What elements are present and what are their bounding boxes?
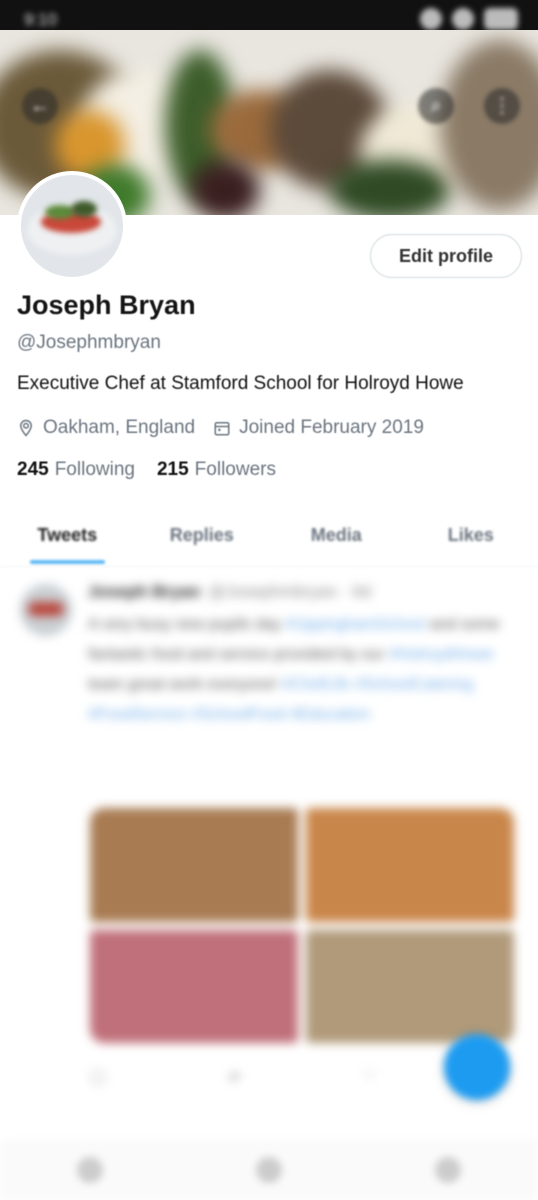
profile-joined: Joined February 2019	[239, 417, 424, 438]
wifi-icon	[452, 8, 474, 30]
reply-icon[interactable]: ◯	[90, 1068, 106, 1085]
profile-location: Oakham, England	[43, 417, 196, 438]
hashtag-link[interactable]: #UppinghamSchool	[285, 616, 425, 633]
tab-tweets[interactable]: Tweets	[0, 510, 135, 566]
tweet-image[interactable]	[306, 929, 514, 1043]
followers-count: 215	[156, 459, 189, 480]
following-link[interactable]: 245 Following	[17, 459, 135, 481]
tweet-media-grid[interactable]	[90, 808, 514, 1043]
tweet-image[interactable]	[306, 808, 514, 922]
signal-icon	[420, 8, 442, 30]
battery-icon	[484, 8, 518, 30]
location-pin-icon	[19, 419, 33, 437]
compose-tweet-button[interactable]	[444, 1034, 510, 1100]
follow-counts: 245 Following 215 Followers	[17, 459, 276, 481]
following-count: 245	[17, 459, 49, 480]
tweet-text-part: A very busy new pupils day	[88, 616, 281, 633]
profile-handle: @Josephmbryan	[17, 332, 161, 353]
search-button[interactable]: ⌕	[418, 88, 454, 124]
tweet-image[interactable]	[90, 929, 298, 1043]
more-button[interactable]: ⋮	[484, 88, 520, 124]
bottom-nav	[0, 1140, 538, 1200]
profile-meta: Oakham, England Joined February 2019	[17, 417, 424, 439]
profile-avatar[interactable]	[17, 171, 127, 281]
followers-link[interactable]: 215 Followers	[157, 459, 276, 481]
tweet-feed: Joseph Bryan @Josephmbryan · 6d A very bu…	[0, 568, 538, 1200]
search-icon: ⌕	[430, 95, 442, 117]
calendar-icon	[214, 422, 230, 436]
like-icon[interactable]: ♡	[363, 1068, 376, 1085]
tweet-text: A very busy new pupils day #UppinghamSch…	[88, 610, 508, 730]
explore-icon[interactable]	[255, 1157, 282, 1183]
followers-label: Followers	[194, 459, 276, 480]
hashtag-link[interactable]: #HolroydHowe	[389, 646, 494, 663]
tweet-text-part: team great work everyone!	[88, 676, 278, 693]
notifications-icon[interactable]	[435, 1157, 462, 1183]
back-button[interactable]: ←	[22, 88, 58, 124]
profile-name: Joseph Bryan	[17, 290, 196, 320]
arrow-left-icon: ←	[30, 95, 50, 117]
edit-profile-button[interactable]: Edit profile	[370, 234, 522, 278]
more-vertical-icon: ⋮	[492, 95, 512, 117]
tab-media[interactable]: Media	[269, 510, 404, 566]
status-time: 9:10	[24, 10, 58, 29]
system-icons	[420, 8, 518, 30]
tweet-avatar[interactable]	[20, 584, 72, 636]
profile-tabs: Tweets Replies Media Likes	[0, 510, 538, 567]
home-icon[interactable]	[76, 1157, 103, 1183]
tweet-author: Joseph Bryan	[88, 582, 201, 601]
following-label: Following	[54, 459, 135, 480]
tab-replies[interactable]: Replies	[135, 510, 270, 566]
tweet-header: Joseph Bryan @Josephmbryan · 6d	[88, 582, 371, 602]
tweet-image[interactable]	[90, 808, 298, 922]
tab-likes[interactable]: Likes	[404, 510, 538, 566]
tweet-handle-time: @Josephmbryan · 6d	[208, 582, 372, 601]
profile-bio: Executive Chef at Stamford School for Ho…	[17, 373, 464, 394]
retweet-icon[interactable]: ⇄	[228, 1068, 240, 1085]
